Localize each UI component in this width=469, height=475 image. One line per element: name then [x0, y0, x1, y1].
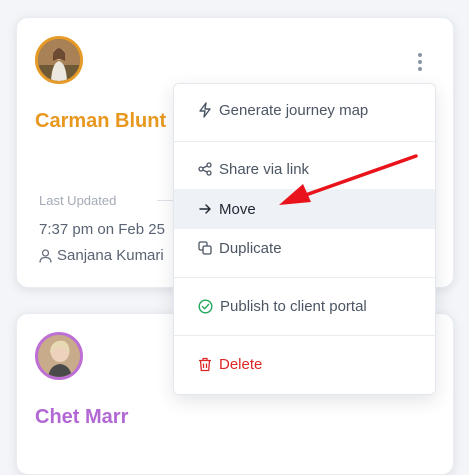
duplicate-icon: [198, 241, 212, 255]
card-options-menu: Generate journey map Share via link Move…: [173, 83, 436, 395]
menu-divider: [174, 141, 435, 142]
client-name[interactable]: Carman Blunt: [35, 110, 166, 133]
menu-item-label: Share via link: [219, 160, 310, 178]
menu-divider: [174, 277, 435, 278]
menu-item-label: Move: [219, 200, 256, 218]
client-name[interactable]: Chet Marr: [35, 406, 128, 429]
menu-item-move[interactable]: Move: [174, 189, 435, 229]
check-circle-icon: [198, 298, 213, 314]
menu-item-duplicate[interactable]: Duplicate: [174, 228, 435, 268]
menu-divider: [174, 335, 435, 336]
menu-item-label: Generate journey map: [219, 101, 369, 119]
avatar: [35, 36, 83, 84]
lightning-icon: [199, 102, 211, 118]
menu-item-label: Publish to client portal: [220, 297, 367, 315]
trash-icon: [199, 357, 211, 371]
menu-item-generate-journey-map[interactable]: Generate journey map: [174, 90, 435, 130]
last-updated-date: 7:37 pm on Feb 25: [39, 221, 165, 238]
last-updated-label: Last Updated: [39, 193, 117, 208]
avatar: [35, 332, 83, 380]
updated-by-name: Sanjana Kumari: [57, 247, 164, 264]
menu-item-label: Duplicate: [219, 239, 282, 257]
arrow-right-icon: [199, 204, 211, 214]
menu-item-publish-to-client-portal[interactable]: Publish to client portal: [174, 286, 435, 326]
updated-by: Sanjana Kumari: [39, 247, 164, 264]
menu-item-delete[interactable]: Delete: [174, 344, 435, 384]
user-icon: [39, 248, 52, 263]
menu-item-label: Delete: [219, 355, 263, 373]
more-options-icon[interactable]: [417, 53, 423, 74]
share-icon: [198, 162, 212, 176]
menu-item-share-via-link[interactable]: Share via link: [174, 149, 435, 189]
